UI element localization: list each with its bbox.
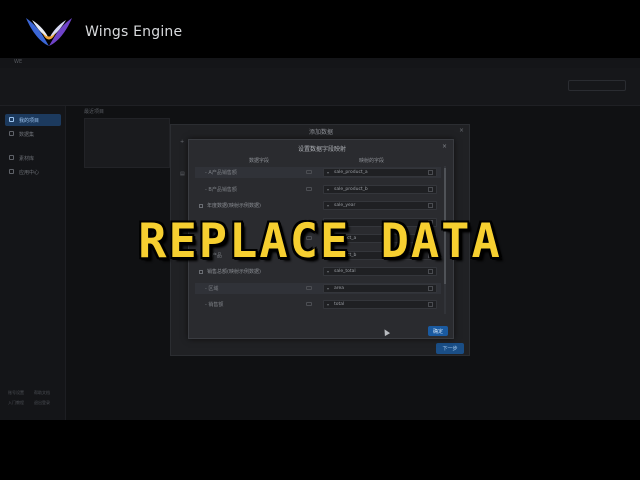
target-field-value: sale_year bbox=[334, 203, 356, 208]
field-settings-icon[interactable] bbox=[428, 186, 433, 192]
project-card[interactable] bbox=[84, 118, 170, 168]
top-bar bbox=[0, 68, 640, 106]
image-icon bbox=[9, 155, 14, 160]
add-data-dialog-title: 添加数据 bbox=[308, 129, 333, 136]
mapping-group-label: 销售总额(映射示例数据) bbox=[199, 268, 261, 275]
mapping-source-label: - 区域 bbox=[205, 285, 218, 292]
mapping-source-label: - A产品销售额 bbox=[205, 169, 237, 176]
row-label-text: 年度数据(映射示例数据) bbox=[207, 203, 261, 209]
sidebar-item-projects[interactable]: 我的项目 bbox=[5, 114, 61, 126]
footer-tutorial-link[interactable]: 入门教程 bbox=[8, 400, 24, 406]
field-settings-icon[interactable] bbox=[428, 302, 433, 307]
table-icon: ▤ bbox=[180, 171, 185, 177]
sidebar-item-datasets[interactable]: 数据集 bbox=[5, 128, 61, 140]
wings-logo-icon bbox=[26, 18, 72, 46]
grid-icon bbox=[9, 169, 14, 174]
target-field-value: sale_product_b bbox=[334, 186, 368, 192]
field-settings-icon[interactable] bbox=[428, 269, 433, 274]
footer-help-link[interactable]: 帮助文档 bbox=[34, 390, 50, 396]
row-label-text: 区域 bbox=[208, 285, 219, 292]
target-column-header: 映射的字段 bbox=[359, 158, 385, 164]
expand-icon[interactable] bbox=[199, 203, 203, 208]
sidebar-item-label: 应用中心 bbox=[19, 170, 40, 176]
target-field-select[interactable]: ▾ area bbox=[323, 283, 437, 293]
confirm-button[interactable]: 确定 bbox=[428, 326, 448, 336]
row-label-text: 销售总额(映射示例数据) bbox=[207, 269, 261, 275]
window-title: WE bbox=[14, 59, 23, 65]
mapping-source-label: - 销售额 bbox=[205, 301, 223, 308]
field-mapping-dialog-title: 设置数据字段映射 bbox=[297, 146, 346, 153]
target-field-value: sale_total bbox=[334, 269, 356, 274]
mapping-source-label: - B产品销售额 bbox=[205, 186, 237, 193]
close-icon[interactable]: × bbox=[442, 143, 447, 150]
letterbox-bottom bbox=[0, 420, 640, 480]
chevron-down-icon: ▾ bbox=[327, 170, 330, 175]
folder-icon bbox=[9, 117, 14, 122]
footer-settings-link[interactable]: 账号设置 bbox=[8, 390, 24, 396]
chevron-down-icon: ▾ bbox=[327, 302, 330, 307]
mapping-row[interactable]: 年度数据(映射示例数据) ▾ sale_year bbox=[195, 200, 441, 211]
target-field-select[interactable]: ▾ sale_product_a bbox=[323, 168, 437, 177]
footer-logout-link[interactable]: 退出登录 bbox=[34, 400, 50, 406]
mapping-row[interactable]: - 销售额 ▾ total bbox=[195, 299, 441, 310]
sidebar-item-label: 数据集 bbox=[19, 132, 35, 138]
target-field-select[interactable]: ▾ sale_product_b bbox=[323, 184, 437, 194]
target-field-value: area bbox=[334, 285, 345, 291]
chevron-down-icon: ▾ bbox=[327, 285, 330, 291]
mapping-row[interactable]: - B产品销售额 ▾ sale_product_b bbox=[195, 184, 441, 195]
mapping-group-label: 年度数据(映射示例数据) bbox=[199, 202, 261, 209]
field-settings-icon[interactable] bbox=[428, 170, 433, 175]
row-label-text: 销售额 bbox=[208, 302, 224, 308]
target-field-select[interactable]: ▾ total bbox=[323, 300, 437, 309]
brand-name: Wings Engine bbox=[85, 24, 183, 40]
field-settings-icon[interactable] bbox=[428, 203, 433, 208]
target-field-value: total bbox=[334, 302, 345, 307]
source-column-header: 数据字段 bbox=[249, 158, 270, 164]
plus-icon[interactable]: + bbox=[180, 139, 184, 145]
title-bar: WE bbox=[0, 58, 640, 68]
target-field-select[interactable]: ▾ sale_year bbox=[323, 201, 437, 210]
next-button[interactable]: 下一步 bbox=[436, 343, 464, 354]
mapping-row[interactable]: - A产品销售额 ▾ sale_product_a bbox=[195, 167, 441, 178]
workspace-label: 最近项目 bbox=[84, 109, 105, 115]
target-field-value: sale_product_a bbox=[334, 170, 368, 175]
field-settings-icon[interactable] bbox=[428, 285, 433, 291]
expand-icon[interactable] bbox=[199, 269, 203, 274]
row-label-text: A产品销售额 bbox=[208, 170, 237, 176]
mapping-row[interactable]: - 区域 ▾ area bbox=[195, 282, 441, 294]
field-type-icon bbox=[306, 170, 312, 174]
field-type-icon bbox=[306, 302, 312, 306]
field-type-icon bbox=[306, 285, 312, 290]
field-type-icon bbox=[306, 186, 312, 191]
sidebar-item-assets[interactable]: 素材库 bbox=[5, 152, 61, 164]
database-icon bbox=[9, 131, 14, 136]
chevron-down-icon: ▾ bbox=[327, 269, 330, 274]
chevron-down-icon: ▾ bbox=[327, 203, 330, 208]
sidebar-item-label: 我的项目 bbox=[19, 118, 40, 124]
mouse-cursor-icon bbox=[381, 327, 391, 337]
row-label-text: B产品销售额 bbox=[208, 186, 237, 193]
sidebar-item-label: 素材库 bbox=[19, 156, 35, 162]
search-input[interactable] bbox=[568, 80, 626, 91]
chevron-down-icon: ▾ bbox=[327, 186, 330, 192]
close-icon[interactable]: × bbox=[459, 127, 464, 134]
video-caption: REPLACE DATA bbox=[138, 214, 502, 269]
sidebar-item-apps[interactable]: 应用中心 bbox=[5, 166, 61, 178]
